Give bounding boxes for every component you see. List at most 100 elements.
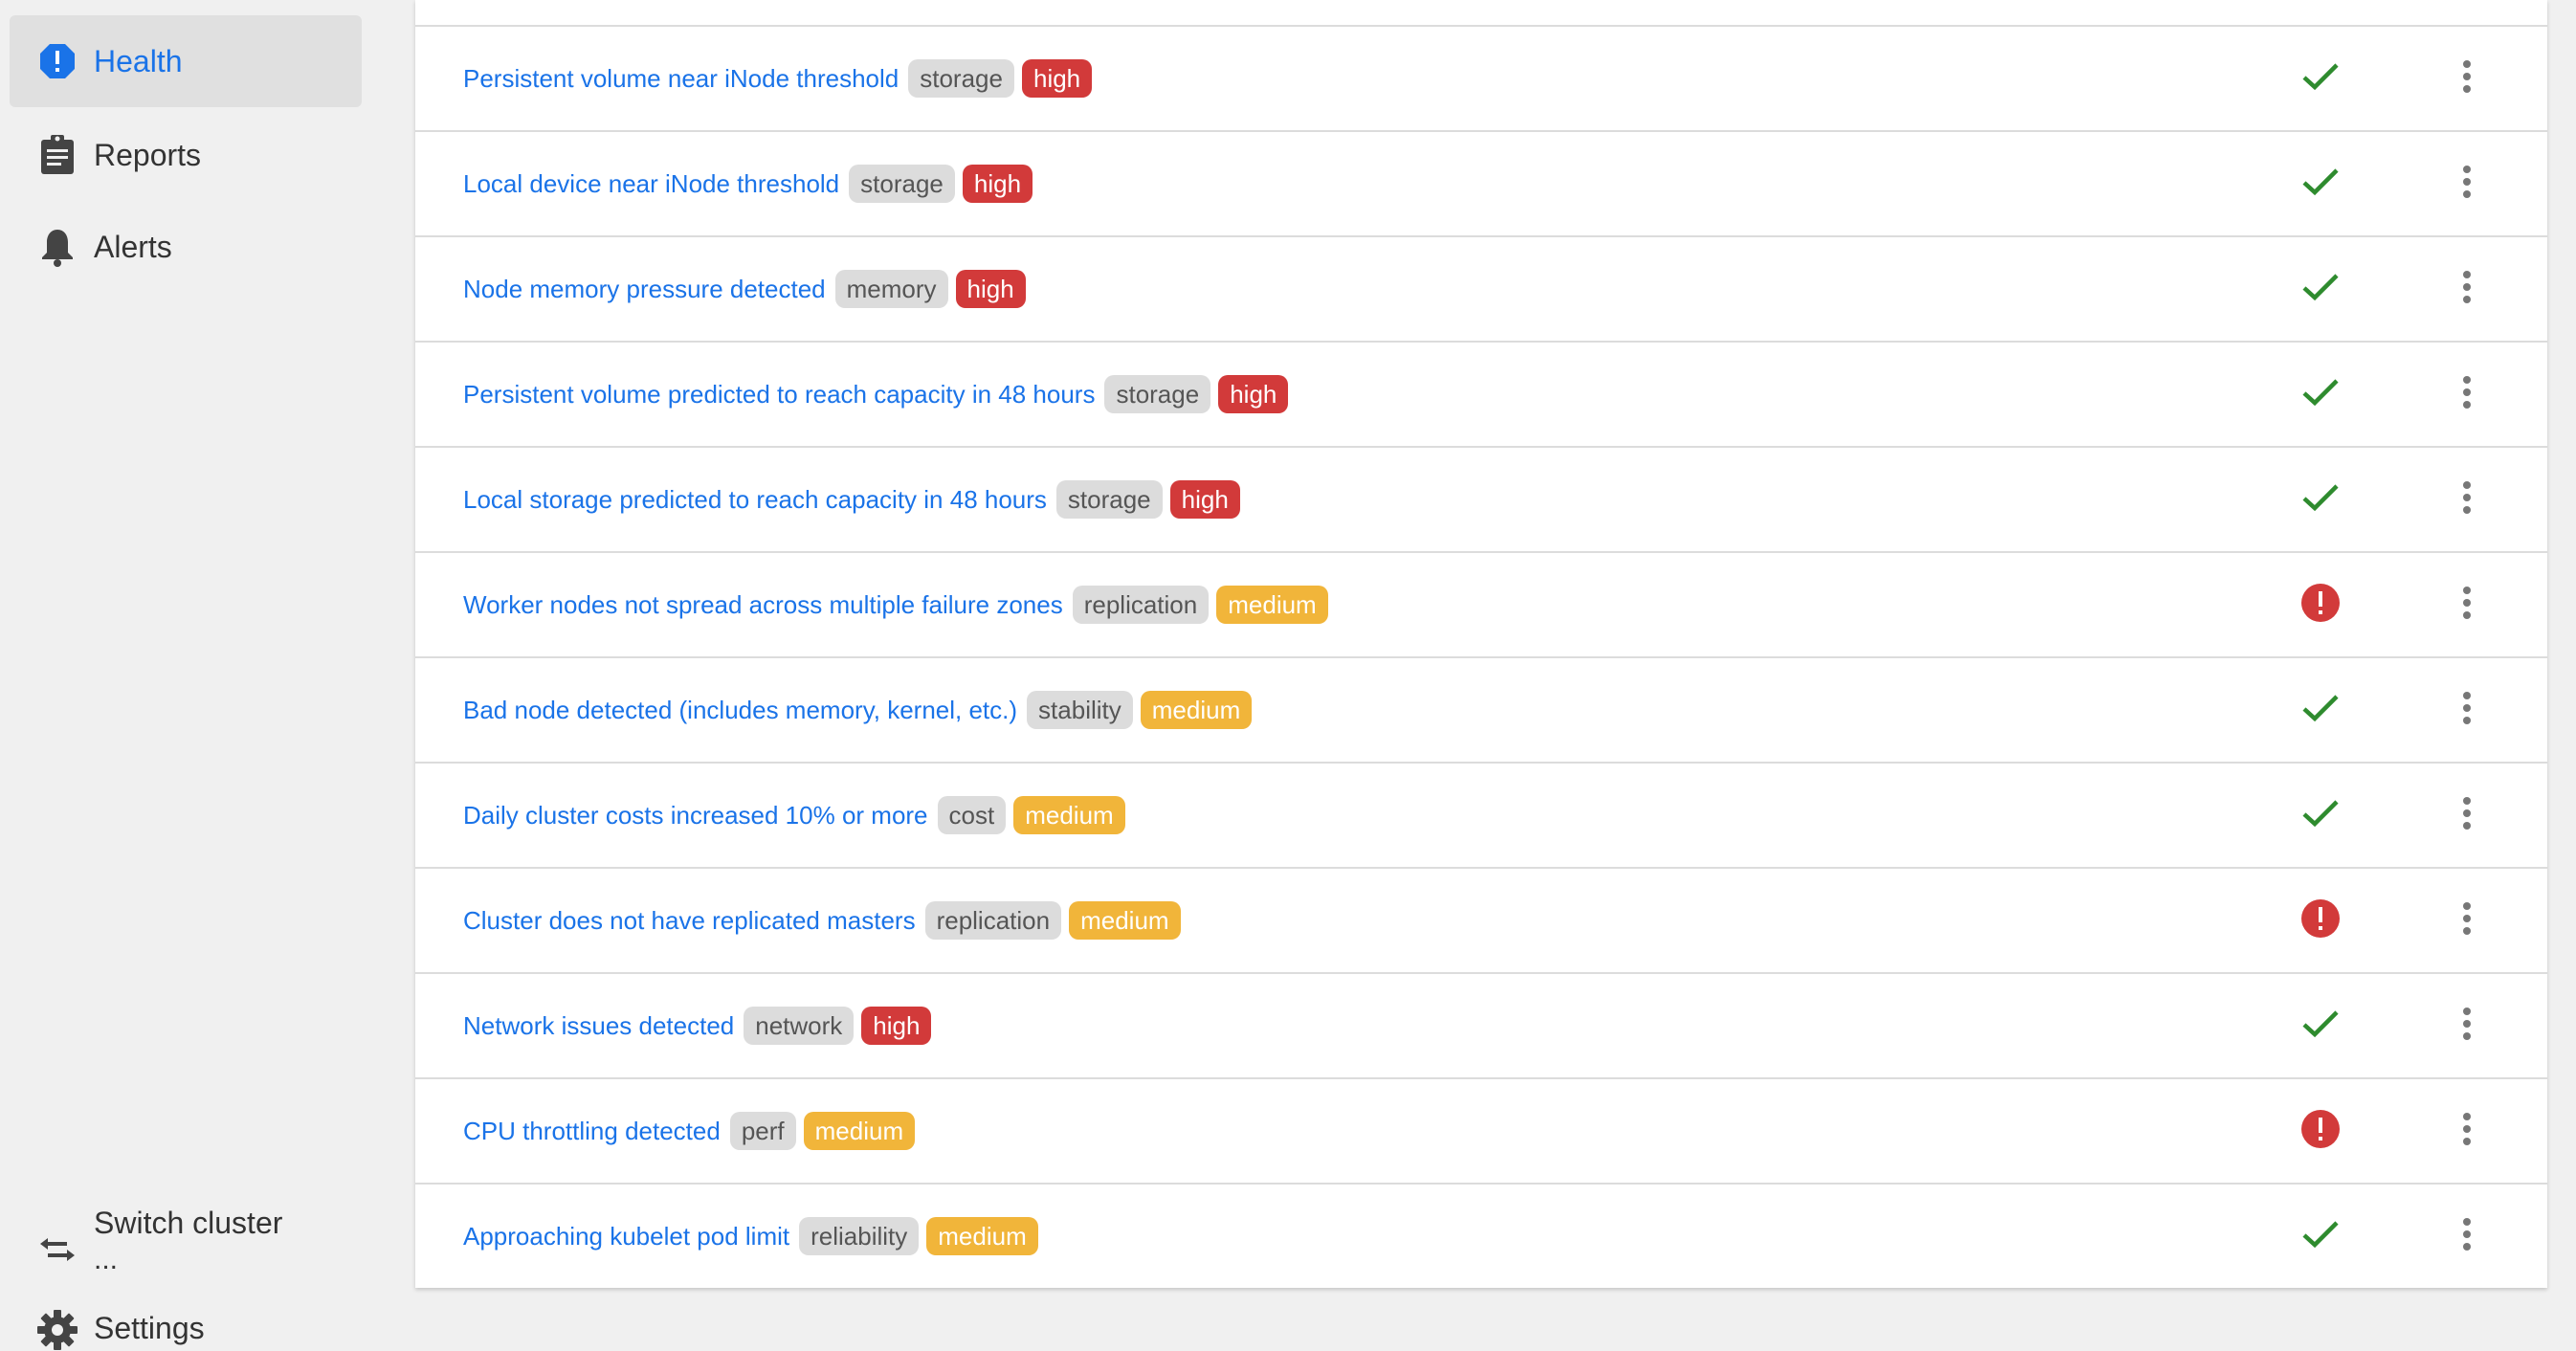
switch-cluster-button[interactable]: Switch cluster ... xyxy=(10,1194,362,1290)
row-title-group: Local device near iNode threshold storage… xyxy=(463,132,1033,235)
current-cluster-name: ... xyxy=(94,1244,119,1275)
check-title-link[interactable]: Network issues detected xyxy=(463,1011,734,1041)
severity-badge: high xyxy=(1021,59,1093,98)
more-options-icon[interactable] xyxy=(2448,365,2486,419)
swap-arrows-icon xyxy=(29,1221,86,1278)
check-title-link[interactable]: Bad node detected (includes memory, kern… xyxy=(463,696,1017,725)
row-title-group: Node memory pressure detected memory high xyxy=(463,237,1026,341)
more-options-icon[interactable] xyxy=(2448,576,2486,630)
severity-badge: medium xyxy=(1216,586,1328,624)
row-title-group: Approaching kubelet pod limit reliability… xyxy=(463,1185,1038,1288)
table-row: Persistent volume predicted to reach cap… xyxy=(415,341,2547,446)
more-options-icon[interactable] xyxy=(2448,260,2486,314)
more-options-icon[interactable] xyxy=(2448,50,2486,103)
check-mark-icon xyxy=(2297,1000,2344,1048)
category-tag: replication xyxy=(1072,586,1210,624)
row-title-group: Network issues detected network high xyxy=(463,974,932,1077)
table-row: CPU throttling detected perf medium xyxy=(415,1077,2547,1183)
sidebar-item-label: Alerts xyxy=(94,229,172,264)
more-options-icon[interactable] xyxy=(2448,1102,2486,1156)
health-alert-icon xyxy=(29,33,86,90)
category-tag: replication xyxy=(924,901,1062,940)
check-title-link[interactable]: CPU throttling detected xyxy=(463,1117,721,1146)
check-mark-icon xyxy=(2297,684,2344,732)
check-title-link[interactable]: Local storage predicted to reach capacit… xyxy=(463,485,1047,515)
table-row: Local device near iNode threshold storage… xyxy=(415,130,2547,235)
row-title-group: Daily cluster costs increased 10% or mor… xyxy=(463,764,1125,867)
health-checks-table: Persistent volume near iNode threshold st… xyxy=(415,0,2547,1288)
bell-icon xyxy=(29,218,86,276)
severity-badge: high xyxy=(955,270,1026,308)
gear-icon xyxy=(29,1301,86,1351)
more-options-icon[interactable] xyxy=(2448,1207,2486,1261)
check-mark-icon xyxy=(2297,53,2344,100)
check-mark-icon xyxy=(2297,474,2344,521)
row-title-group: CPU throttling detected perf medium xyxy=(463,1079,916,1183)
category-tag: storage xyxy=(908,59,1014,98)
check-mark-icon xyxy=(2297,1210,2344,1258)
severity-badge: high xyxy=(861,1007,932,1045)
severity-badge: high xyxy=(1218,375,1289,413)
table-row: Bad node detected (includes memory, kern… xyxy=(415,656,2547,762)
category-tag: network xyxy=(744,1007,855,1045)
more-options-icon[interactable] xyxy=(2448,892,2486,945)
table-row: Daily cluster costs increased 10% or mor… xyxy=(415,762,2547,867)
table-row: Persistent volume near iNode threshold st… xyxy=(415,25,2547,130)
row-title-group: Worker nodes not spread across multiple … xyxy=(463,553,1328,656)
check-title-link[interactable]: Node memory pressure detected xyxy=(463,275,826,304)
table-row: Node memory pressure detected memory high xyxy=(415,235,2547,341)
check-title-link[interactable]: Approaching kubelet pod limit xyxy=(463,1222,789,1251)
check-title-link[interactable]: Persistent volume near iNode threshold xyxy=(463,64,899,94)
more-options-icon[interactable] xyxy=(2448,997,2486,1051)
sidebar-item-reports[interactable]: Reports xyxy=(10,109,362,201)
check-title-link[interactable]: Local device near iNode threshold xyxy=(463,169,839,199)
table-row: Worker nodes not spread across multiple … xyxy=(415,551,2547,656)
sidebar-item-label: Reports xyxy=(94,137,202,172)
row-title-group: Local storage predicted to reach capacit… xyxy=(463,448,1240,551)
clipboard-icon xyxy=(29,126,86,184)
table-row: Approaching kubelet pod limit reliability… xyxy=(415,1183,2547,1288)
error-icon xyxy=(2297,895,2344,942)
severity-badge: medium xyxy=(1140,691,1253,729)
sidebar-item-label: Health xyxy=(94,43,183,78)
check-title-link[interactable]: Cluster does not have replicated masters xyxy=(463,906,916,936)
more-options-icon[interactable] xyxy=(2448,786,2486,840)
check-mark-icon xyxy=(2297,158,2344,206)
check-mark-icon xyxy=(2297,263,2344,311)
severity-badge: medium xyxy=(1069,901,1181,940)
sidebar: Health Reports Alerts Switch cluster ...… xyxy=(0,0,383,1351)
row-title-group: Persistent volume predicted to reach cap… xyxy=(463,343,1289,446)
table-row: Network issues detected network high xyxy=(415,972,2547,1077)
app: Health Reports Alerts Switch cluster ...… xyxy=(0,0,2576,1351)
category-tag: storage xyxy=(849,165,955,203)
category-tag: cost xyxy=(937,796,1007,834)
severity-badge: medium xyxy=(1013,796,1125,834)
category-tag: stability xyxy=(1027,691,1133,729)
check-title-link[interactable]: Persistent volume predicted to reach cap… xyxy=(463,380,1095,410)
category-tag: storage xyxy=(1055,480,1163,519)
category-tag: perf xyxy=(729,1112,796,1150)
category-tag: reliability xyxy=(799,1217,920,1255)
severity-badge: medium xyxy=(803,1112,916,1150)
table-row: Cluster does not have replicated masters… xyxy=(415,867,2547,972)
check-title-link[interactable]: Daily cluster costs increased 10% or mor… xyxy=(463,801,928,831)
severity-badge: high xyxy=(962,165,1033,203)
error-icon xyxy=(2297,1105,2344,1153)
settings-button[interactable]: Settings xyxy=(10,1301,362,1351)
row-title-group: Cluster does not have replicated masters… xyxy=(463,869,1181,972)
row-title-group: Bad node detected (includes memory, kern… xyxy=(463,658,1253,762)
error-icon xyxy=(2297,579,2344,627)
sidebar-item-health[interactable]: Health xyxy=(10,15,362,107)
check-title-link[interactable]: Worker nodes not spread across multiple … xyxy=(463,590,1063,620)
more-options-icon[interactable] xyxy=(2448,155,2486,209)
more-options-icon[interactable] xyxy=(2448,471,2486,524)
category-tag: storage xyxy=(1104,375,1211,413)
severity-badge: high xyxy=(1169,480,1240,519)
table-row: Local storage predicted to reach capacit… xyxy=(415,446,2547,551)
sidebar-item-alerts[interactable]: Alerts xyxy=(10,201,362,293)
more-options-icon[interactable] xyxy=(2448,681,2486,735)
check-mark-icon xyxy=(2297,789,2344,837)
severity-badge: medium xyxy=(926,1217,1038,1255)
row-title-group: Persistent volume near iNode threshold st… xyxy=(463,27,1093,130)
category-tag: memory xyxy=(834,270,948,308)
